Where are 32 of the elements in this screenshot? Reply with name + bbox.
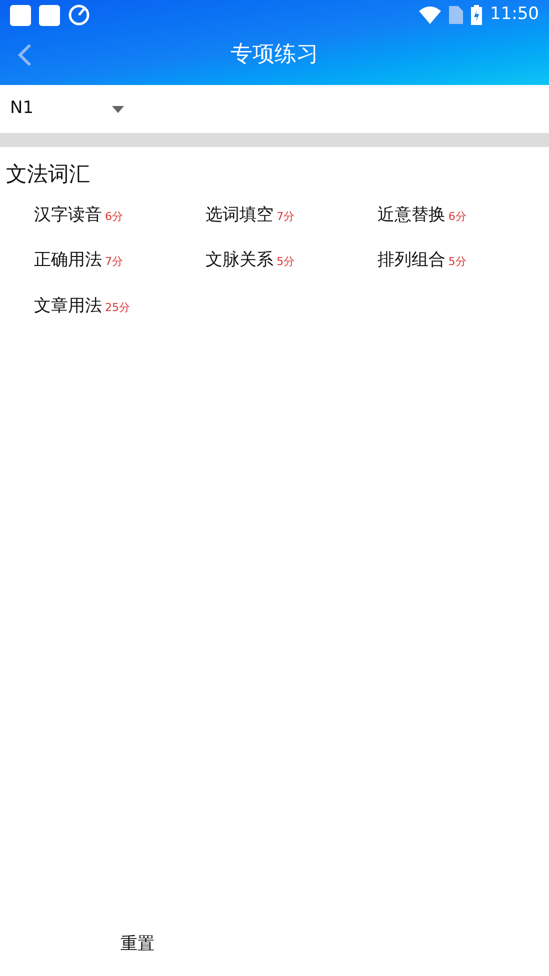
score-label: 5分 [448, 254, 466, 270]
score-label: 6分 [448, 208, 466, 224]
wifi-icon [419, 6, 441, 24]
no-sim-icon [449, 6, 463, 24]
score-label: 6分 [105, 208, 123, 224]
topic-item[interactable]: 选词填空 7分 [206, 202, 378, 228]
battery-icon [471, 5, 482, 25]
topic-item[interactable]: 文脉关系 5分 [206, 248, 378, 274]
page-title: 专项练习 [230, 41, 318, 69]
topic-item[interactable]: 正确用法 7分 [34, 248, 206, 274]
back-icon [18, 43, 32, 67]
dropdown-caret-icon [112, 106, 124, 112]
status-time: 11:50 [490, 3, 539, 26]
topic-item[interactable]: 文章用法 25分 [34, 294, 206, 319]
topic-item[interactable]: 近意替换 6分 [377, 202, 549, 228]
topic-item[interactable]: 排列组合 5分 [377, 248, 549, 274]
topic-label: 文章用法 [34, 294, 102, 318]
topic-label: 排列组合 [377, 249, 446, 272]
topic-item[interactable]: 汉字读音 6分 [34, 202, 206, 228]
topic-label: 文脉关系 [206, 249, 274, 272]
gauge-icon [68, 4, 90, 26]
score-label: 25分 [105, 300, 130, 316]
section-title: 文法词汇 [5, 161, 91, 188]
score-label: 5分 [276, 254, 295, 270]
level-dropdown[interactable]: N1 [0, 85, 130, 133]
score-label: 7分 [105, 254, 123, 270]
topic-label: 正确用法 [34, 249, 102, 272]
reset-button[interactable]: 重置 [0, 922, 274, 968]
topic-label: 近意替换 [377, 204, 446, 226]
score-label: 7分 [276, 208, 295, 224]
topic-label: 汉字读音 [34, 204, 102, 226]
topic-label: 选词填空 [206, 204, 274, 226]
